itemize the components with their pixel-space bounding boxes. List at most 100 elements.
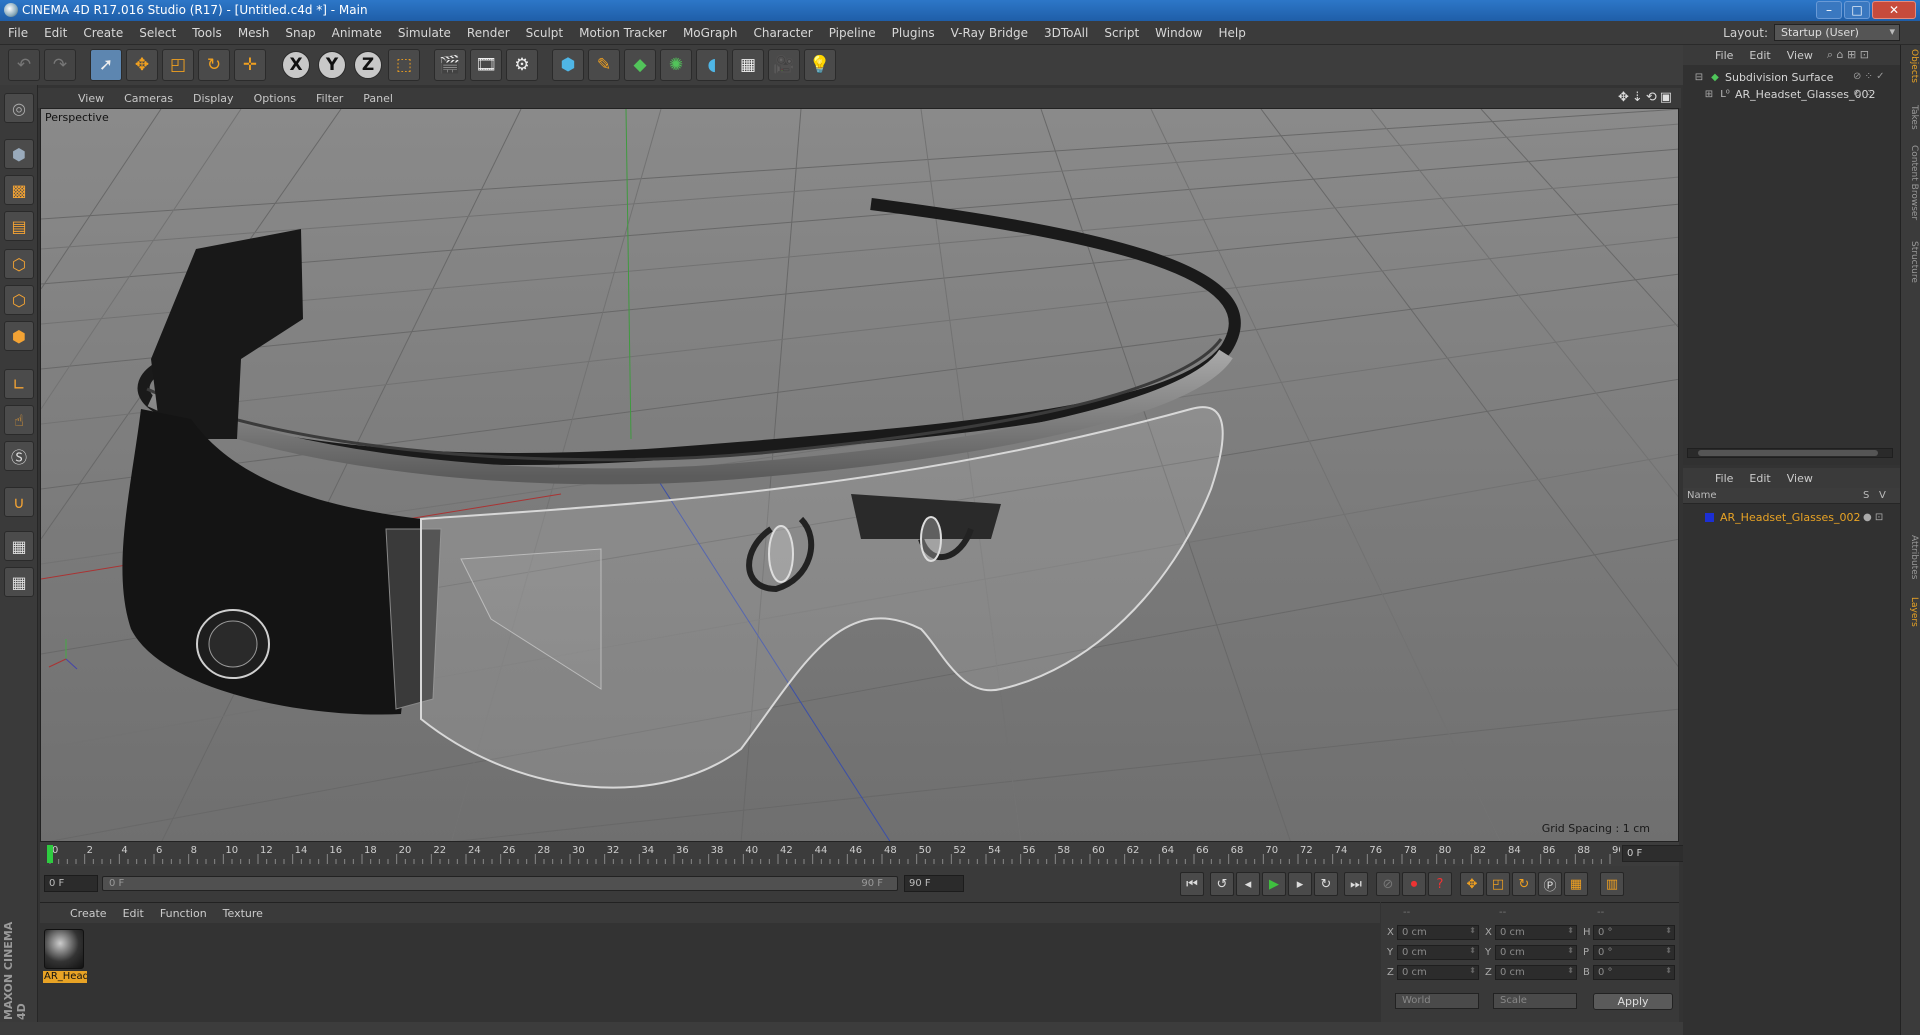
expand-toggle-icon[interactable]: ⊟ [1693,72,1705,84]
deformer-icon[interactable]: ◖ [696,49,728,81]
tab-layers[interactable]: Layers [1903,597,1919,627]
layers-menu-edit[interactable]: Edit [1741,472,1778,485]
size-z-field[interactable]: 0 cm [1495,965,1577,980]
play-icon[interactable]: ▶ [1262,872,1286,896]
planar-workplane-icon[interactable]: ▦ [4,567,34,597]
key-scale-icon[interactable]: ◰ [1486,872,1510,896]
objects-search-icon[interactable]: ⌕ ⌂ ⊞ ⊡ [1827,48,1869,62]
material-menu-texture[interactable]: Texture [215,907,271,920]
edit-render-settings-icon[interactable]: ⚙ [506,49,538,81]
key-rotation-icon[interactable]: ↻ [1512,872,1536,896]
subdivision-icon[interactable]: ◆ [624,49,656,81]
transform-mode-select[interactable]: Scale [1493,993,1577,1009]
floor-icon[interactable]: ▦ [732,49,764,81]
position-z-field[interactable]: 0 cm [1397,965,1479,980]
menu-animate[interactable]: Animate [324,26,390,40]
menu-window[interactable]: Window [1147,26,1210,40]
object-row-headset[interactable]: ⊞ L⁰ AR_Headset_Glasses_002 [1703,88,1876,101]
size-y-field[interactable]: 0 cm [1495,945,1577,960]
menu-create[interactable]: Create [75,26,131,40]
next-frame-icon[interactable]: ▸ [1288,872,1312,896]
object-visibility-icons[interactable]: ⊘ ⁘ [1853,88,1873,99]
menu-render[interactable]: Render [459,26,518,40]
timeline-ruler[interactable]: 0 2 4 6 8 10 12 14 16 18 20 22 24 26 28 30 32 34 36 38 40 42 4… [40,842,1684,866]
tab-attributes[interactable]: Attributes [1903,535,1919,579]
tab-objects[interactable]: Objects [1903,49,1919,83]
select-arrow-icon[interactable]: ➚ [90,49,122,81]
z-axis-icon[interactable]: Z [354,51,382,79]
workplane-icon[interactable]: ▤ [4,211,34,241]
go-to-end-icon[interactable]: ⏭ [1344,872,1368,896]
menu-vray-bridge[interactable]: V-Ray Bridge [943,26,1036,40]
tab-structure[interactable]: Structure [1903,241,1919,283]
size-x-field[interactable]: 0 cm [1495,925,1577,940]
record-keys-icon[interactable]: ⊘ [1376,872,1400,896]
previous-key-icon[interactable]: ↺ [1210,872,1234,896]
previous-frame-icon[interactable]: ◂ [1236,872,1260,896]
menu-file[interactable]: File [0,26,36,40]
objects-menu-edit[interactable]: Edit [1741,49,1778,62]
perspective-viewport[interactable]: Perspective Grid Spacing : 1 cm [40,108,1679,842]
objects-menu-file[interactable]: File [1707,49,1741,62]
start-frame-field[interactable]: 0 F [44,875,98,892]
scale-icon[interactable]: ◰ [162,49,194,81]
redo-icon[interactable]: ↷ [44,49,76,81]
model-mode-icon[interactable]: ⬢ [4,139,34,169]
current-frame-field[interactable]: 0 F [1622,845,1684,862]
viewport-menu-filter[interactable]: Filter [306,92,353,105]
tweak-mode-icon[interactable]: ☝ [4,405,34,435]
menu-simulate[interactable]: Simulate [390,26,459,40]
layer-color-swatch[interactable] [1705,512,1714,522]
make-editable-icon[interactable]: ◎ [4,93,34,123]
next-key-icon[interactable]: ↻ [1314,872,1338,896]
y-axis-icon[interactable]: Y [318,51,346,79]
coordinate-system-icon[interactable]: ⬚ [388,49,420,81]
close-button[interactable]: ✕ [1872,1,1916,19]
light-icon[interactable]: 💡 [804,49,836,81]
expand-toggle-icon[interactable]: ⊞ [1703,89,1715,101]
minimize-button[interactable]: – [1816,1,1842,19]
menu-mograph[interactable]: MoGraph [675,26,746,40]
rotation-b-field[interactable]: 0 ° [1593,965,1675,980]
menu-snap[interactable]: Snap [277,26,323,40]
go-to-start-icon[interactable]: ⏮ [1180,872,1204,896]
menu-edit[interactable]: Edit [36,26,75,40]
menu-3dtoall[interactable]: 3DToAll [1036,26,1096,40]
move-icon[interactable]: ✥ [126,49,158,81]
viewport-menu-cameras[interactable]: Cameras [114,92,183,105]
menu-tools[interactable]: Tools [184,26,230,40]
menu-character[interactable]: Character [745,26,820,40]
menu-motion-tracker[interactable]: Motion Tracker [571,26,675,40]
pen-spline-icon[interactable]: ✎ [588,49,620,81]
menu-pipeline[interactable]: Pipeline [821,26,884,40]
array-icon[interactable]: ✺ [660,49,692,81]
apply-button[interactable]: Apply [1593,993,1673,1010]
keyframe-selection-icon[interactable]: ? [1428,872,1452,896]
render-picture-viewer-icon[interactable]: 🎞 [470,49,502,81]
viewport-menu-display[interactable]: Display [183,92,244,105]
locked-workplane-icon[interactable]: ▦ [4,531,34,561]
layers-menu-view[interactable]: View [1779,472,1821,485]
layers-menu-file[interactable]: File [1707,472,1741,485]
key-position-icon[interactable]: ✥ [1460,872,1484,896]
edges-mode-icon[interactable]: ⬡ [4,285,34,315]
menu-select[interactable]: Select [131,26,184,40]
viewport-menu-panel[interactable]: Panel [353,92,403,105]
texture-mode-icon[interactable]: ▩ [4,175,34,205]
material-menu-edit[interactable]: Edit [115,907,152,920]
object-visibility-icons[interactable]: ⊘ ⁘ ✓ [1853,71,1885,82]
rotation-p-field[interactable]: 0 ° [1593,945,1675,960]
material-name-label[interactable]: AR_Head [43,971,87,983]
rotate-icon[interactable]: ↻ [198,49,230,81]
undo-icon[interactable]: ↶ [8,49,40,81]
x-axis-icon[interactable]: X [282,51,310,79]
snapping-icon[interactable]: Ⓢ [4,441,34,471]
material-thumbnail[interactable] [44,929,84,969]
rotation-h-field[interactable]: 0 ° [1593,925,1675,940]
position-y-field[interactable]: 0 cm [1397,945,1479,960]
maximize-button[interactable]: □ [1844,1,1870,19]
menu-script[interactable]: Script [1096,26,1147,40]
viewport-menu-options[interactable]: Options [244,92,306,105]
viewport-navigation-icons[interactable]: ✥⇣⟲▣ [1618,90,1675,105]
objects-horizontal-scrollbar[interactable] [1687,448,1893,458]
